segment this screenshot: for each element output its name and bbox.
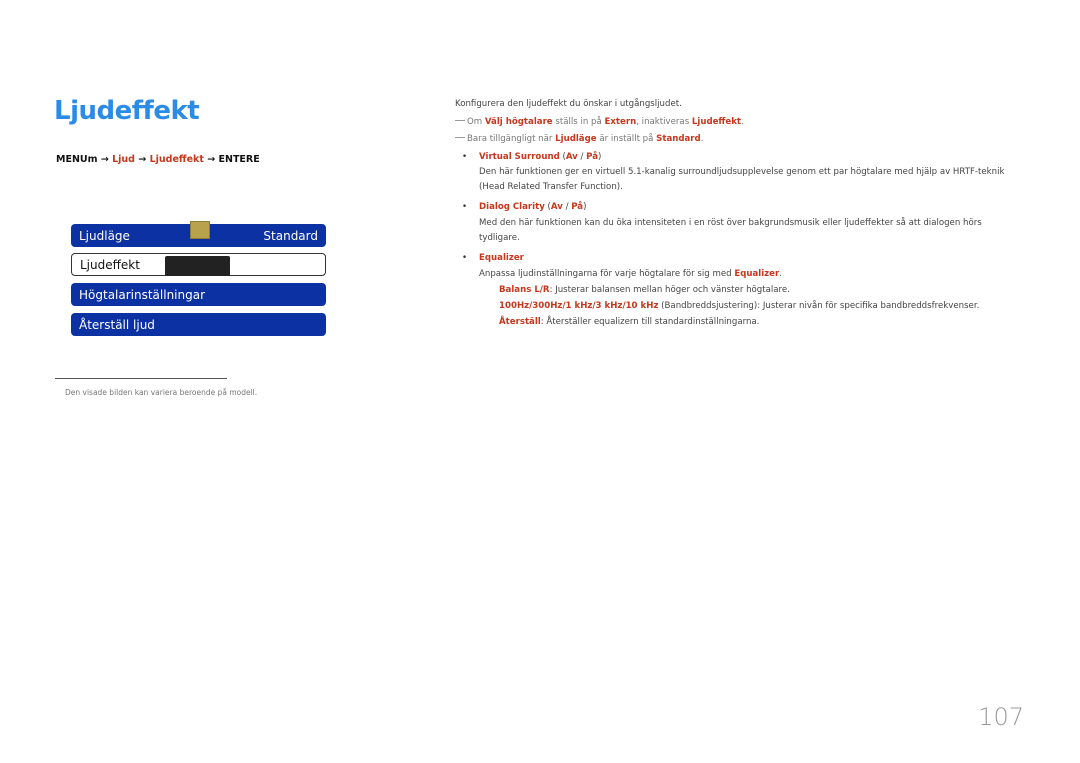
menu-path: MENUm → Ljud → Ljudeffekt → ENTERE xyxy=(56,154,260,165)
text: / xyxy=(577,151,587,162)
description: Den här funktionen ger en virtuell 5.1-k… xyxy=(479,167,1005,193)
equalizer-balance: Balans L/R: Justerar balansen mellan hög… xyxy=(455,282,1025,298)
description: Anpassa ljudinställningarna för varje hö… xyxy=(455,267,1025,282)
text: Om xyxy=(467,116,485,127)
text: , inaktiveras xyxy=(636,116,692,127)
bullet-icon: • xyxy=(462,252,468,263)
osd-item-label: Ljudläge xyxy=(79,228,130,243)
note-dash-icon xyxy=(455,119,465,121)
arrow: → xyxy=(138,154,147,165)
text: Anpassa ljudinställningarna för varje hö… xyxy=(479,268,735,279)
term: Ljudeffekt xyxy=(691,116,742,127)
term: Av xyxy=(565,151,578,162)
osd-item-value: Standard xyxy=(263,228,318,243)
osd-item-hogtalarinstallningar[interactable]: Högtalarinställningar xyxy=(71,283,326,306)
term: Av xyxy=(550,202,563,213)
note-dash-icon xyxy=(455,137,465,139)
term: 100Hz/300Hz/1 kHz/3 kHz/10 kHz xyxy=(499,300,659,311)
bullet-virtual-surround: • Virtual Surround (Av / På) xyxy=(455,151,1025,162)
equalizer-reset: Återställ: Återställer equalizern till s… xyxy=(455,314,1025,330)
term: Equalizer xyxy=(479,252,524,263)
text: ) xyxy=(598,151,602,162)
osd-item-label: Högtalarinställningar xyxy=(79,287,206,302)
text: (Bandbreddsjustering): Justerar nivån fö… xyxy=(658,300,980,311)
bullet-dialog-clarity: • Dialog Clarity (Av / På) xyxy=(455,203,1025,212)
term: Återställ xyxy=(499,316,541,327)
term: Extern xyxy=(604,116,637,127)
menu-ljudeffekt: Ljudeffekt xyxy=(149,154,204,165)
bullet-icon: • xyxy=(462,202,468,213)
page-title: Ljudeffekt xyxy=(54,96,200,126)
enter-key: ENTERE xyxy=(218,154,260,165)
intro-text: Konfigurera den ljudeffekt du önskar i u… xyxy=(455,99,682,109)
term: Equalizer xyxy=(734,268,780,279)
page-number: 107 xyxy=(978,703,1024,731)
term: Ljudläge xyxy=(555,134,597,145)
footnote: Den visade bilden kan variera beroende p… xyxy=(65,388,258,397)
text: . xyxy=(700,134,704,145)
submenu-placeholder xyxy=(165,256,230,276)
content: Konfigurera den ljudeffekt du önskar i u… xyxy=(455,100,1025,330)
note: Om Välj högtalare ställs in på Extern, i… xyxy=(455,116,1025,127)
footnote-divider xyxy=(55,378,227,379)
term: Dialog Clarity xyxy=(479,202,545,213)
menu-ljud: Ljud xyxy=(112,154,135,165)
term: På xyxy=(586,151,599,162)
text: : Justerar balansen mellan höger och vän… xyxy=(549,284,790,295)
bullet-equalizer: • Equalizer xyxy=(455,254,1025,263)
text: : Återställer equalizern till standardin… xyxy=(540,316,760,327)
note: Bara tillgängligt när Ljudläge är instäl… xyxy=(455,135,1025,144)
arrow: → xyxy=(100,154,109,165)
text: ) xyxy=(583,202,587,213)
text: . xyxy=(779,268,782,279)
term: Balans L/R xyxy=(499,284,550,295)
menu-key: MENUm xyxy=(56,154,98,165)
text: . xyxy=(741,116,744,127)
arrow: → xyxy=(207,154,216,165)
text: Bara tillgängligt när xyxy=(467,134,556,145)
term: Virtual Surround xyxy=(479,151,560,162)
slider-knob xyxy=(190,221,210,239)
osd-item-label: Ljudeffekt xyxy=(80,257,140,272)
description: Med den här funktionen kan du öka intens… xyxy=(479,217,982,243)
term: På xyxy=(571,202,584,213)
osd-item-label: Återställ ljud xyxy=(79,317,155,332)
bullet-icon: • xyxy=(462,151,468,162)
term: Standard xyxy=(656,134,701,145)
text: är inställt på xyxy=(596,134,657,145)
term: Välj högtalare xyxy=(484,116,553,127)
equalizer-bands: 100Hz/300Hz/1 kHz/3 kHz/10 kHz (Bandbred… xyxy=(455,298,1025,314)
text: / xyxy=(562,202,572,213)
text: ställs in på xyxy=(552,116,605,127)
osd-item-aterstall-ljud[interactable]: Återställ ljud xyxy=(71,313,326,336)
